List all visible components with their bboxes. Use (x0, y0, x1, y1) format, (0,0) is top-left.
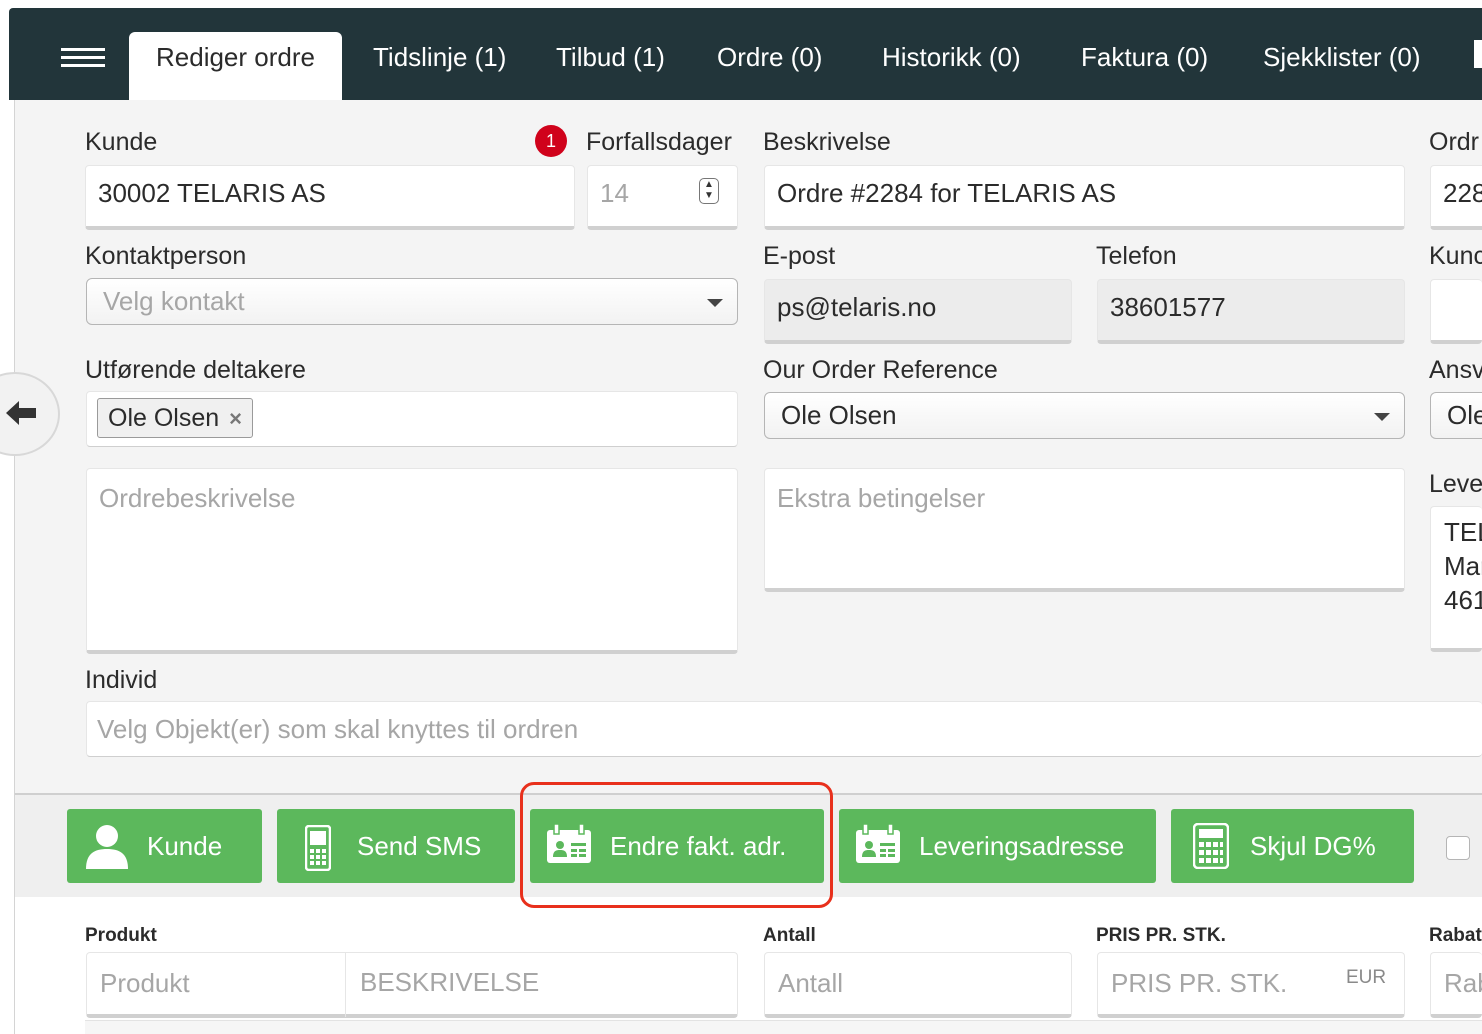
kunde-label: Kunde (85, 128, 158, 156)
individ-input[interactable]: Velg Objekt(er) som skal knyttes til ord… (86, 701, 1482, 757)
number-spinner-icon[interactable]: ▲ ▼ (699, 178, 719, 204)
chevron-down-icon (1374, 413, 1390, 421)
forfallsdager-input[interactable]: 14 ▲ ▼ (587, 165, 738, 230)
rabatt-input[interactable]: Rab (1430, 952, 1482, 1018)
tab-overflow-edge (1474, 40, 1482, 68)
tab-ordre[interactable]: Ordre (0) (717, 32, 822, 100)
pris-header: PRIS PR. STK. (1096, 925, 1226, 946)
rabatt-header: Rabat (1429, 925, 1482, 946)
tab-rediger-ordre[interactable]: Rediger ordre (129, 32, 342, 100)
ordre-number-input[interactable]: 228 (1430, 165, 1482, 230)
address-line: TEL (1444, 517, 1482, 547)
close-icon[interactable]: × (229, 406, 242, 431)
tab-tilbud[interactable]: Tilbud (1) (556, 32, 665, 100)
kunde-button[interactable]: Kunde (67, 809, 262, 883)
ekstra-betingelser-textarea[interactable]: Ekstra betingelser (764, 468, 1405, 592)
epost-input[interactable]: ps@telaris.no (764, 279, 1072, 344)
forfallsdager-label: Forfallsdager (586, 128, 732, 156)
produkt-header: Produkt (85, 925, 157, 946)
produkt-placeholder: Produkt (100, 968, 190, 998)
chevron-down-icon (707, 299, 723, 307)
leveringsadresse-label: Leve (1429, 470, 1482, 498)
leveringsadresse-textarea[interactable]: TEL Mar 461 (1430, 506, 1482, 652)
kundenummer-label: Kunc (1429, 242, 1482, 270)
calculator-icon (1193, 823, 1229, 869)
individ-label: Individ (85, 666, 158, 694)
currency-suffix: EUR (1346, 967, 1387, 988)
ordrebeskrivelse-textarea[interactable]: Ordrebeskrivelse (86, 468, 738, 654)
beskrivelse-input[interactable]: Ordre #2284 for TELARIS AS (764, 165, 1405, 230)
individ-placeholder: Velg Objekt(er) som skal knyttes til ord… (97, 714, 579, 744)
participant-chip: Ole Olsen × (97, 398, 254, 438)
kunde-notification-badge[interactable]: 1 (535, 125, 567, 157)
address-line: 461 (1444, 585, 1482, 615)
ordre-label: Ordr (1429, 128, 1479, 156)
ansvarlig-label: Ansv (1429, 356, 1482, 384)
our-order-reference-value: Ole Olsen (781, 400, 897, 430)
beskrivelse-label: Beskrivelse (763, 128, 891, 156)
kunde-input[interactable]: 30002 TELARIS AS (85, 165, 575, 230)
address-card-icon (547, 823, 591, 863)
skjul-dg-button[interactable]: Skjul DG% (1171, 809, 1414, 883)
our-order-reference-select[interactable]: Ole Olsen (764, 392, 1405, 439)
leveringsadresse-button-label: Leveringsadresse (919, 831, 1125, 861)
send-sms-button-label: Send SMS (357, 831, 482, 861)
deltakere-label: Utførende deltakere (85, 356, 306, 384)
hamburger-menu-icon[interactable] (61, 48, 105, 78)
kontaktperson-select[interactable]: Velg kontakt (86, 278, 738, 325)
endre-fakt-adr-button[interactable]: Endre fakt. adr. (530, 809, 824, 883)
kundenummer-input[interactable] (1430, 279, 1482, 344)
kontaktperson-label: Kontaktperson (85, 242, 247, 270)
address-card-icon (856, 823, 900, 863)
beskrivelse-product-input[interactable]: BESKRIVELSE (347, 952, 737, 1018)
our-order-reference-label: Our Order Reference (763, 356, 998, 384)
tab-historikk[interactable]: Historikk (0) (882, 32, 1021, 100)
tab-faktura[interactable]: Faktura (0) (1081, 32, 1208, 100)
telefon-input[interactable]: 38601577 (1097, 279, 1405, 344)
tab-tidslinje[interactable]: Tidslinje (1) (373, 32, 506, 100)
endre-fakt-adr-button-label: Endre fakt. adr. (610, 831, 787, 861)
address-line: Mar (1444, 551, 1482, 581)
option-checkbox[interactable] (1446, 836, 1470, 860)
kontaktperson-placeholder: Velg kontakt (103, 286, 245, 316)
send-sms-button[interactable]: Send SMS (277, 809, 515, 883)
antall-header: Antall (763, 925, 816, 946)
telefon-label: Telefon (1096, 242, 1177, 270)
next-row-strip (85, 1020, 1482, 1034)
participant-chip-label: Ole Olsen (108, 404, 220, 432)
skjul-dg-button-label: Skjul DG% (1250, 831, 1376, 861)
mobile-phone-icon (305, 825, 331, 871)
ansvarlig-select[interactable]: Ole (1430, 392, 1482, 439)
produkt-divider (345, 953, 346, 1017)
arrow-left-icon (6, 401, 36, 425)
epost-label: E-post (763, 242, 836, 270)
leveringsadresse-button[interactable]: Leveringsadresse (839, 809, 1156, 883)
forfallsdager-value: 14 (600, 178, 629, 208)
antall-input[interactable]: Antall (764, 952, 1072, 1018)
tab-sjekklister[interactable]: Sjekklister (0) (1263, 32, 1420, 100)
user-icon (86, 825, 128, 869)
kunde-button-label: Kunde (147, 831, 223, 861)
